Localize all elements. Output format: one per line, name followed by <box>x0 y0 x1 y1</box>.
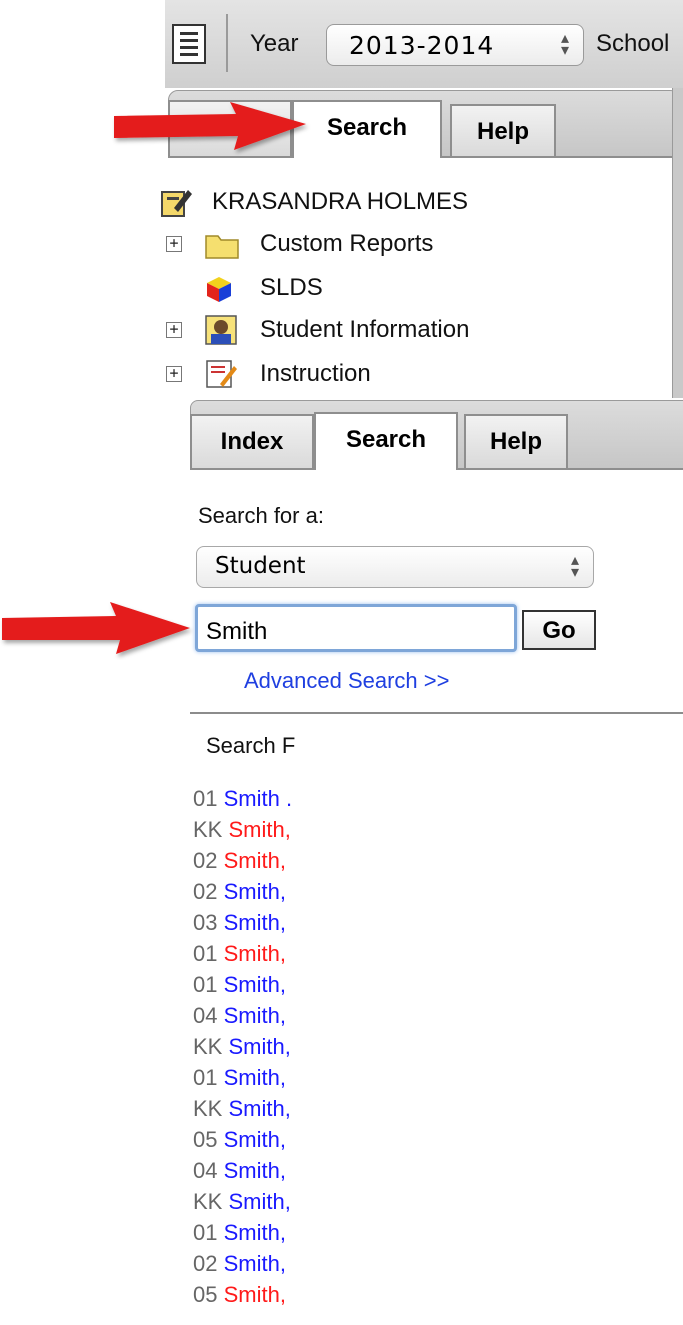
scrollbar[interactable] <box>672 88 683 398</box>
tab-underline <box>442 156 678 158</box>
tab-underline <box>458 468 683 470</box>
search-result-row[interactable]: 05 Smith, <box>193 1126 286 1153</box>
result-name-link[interactable]: Smith, <box>224 879 286 904</box>
result-grade: 01 <box>193 1220 218 1245</box>
expand-icon[interactable]: + <box>166 322 182 338</box>
search-result-row[interactable]: 04 Smith, <box>193 1157 286 1184</box>
search-input[interactable] <box>195 604 517 652</box>
result-name-link[interactable]: Smith, <box>224 848 286 873</box>
student-icon <box>205 315 237 345</box>
advanced-search-link[interactable]: Advanced Search >> <box>244 668 449 694</box>
folder-icon <box>205 235 239 259</box>
tab-search[interactable]: Search <box>314 412 458 470</box>
result-name-link[interactable]: Smith, <box>224 910 286 935</box>
tab-search[interactable]: Search <box>292 100 442 158</box>
result-grade: KK <box>193 1096 223 1121</box>
result-grade: KK <box>193 1189 223 1214</box>
search-result-row[interactable]: 02 Smith, <box>193 1250 286 1277</box>
result-grade: 01 <box>193 941 218 966</box>
search-result-row[interactable]: 01 Smith, <box>193 940 286 967</box>
cube-icon <box>207 277 231 302</box>
result-name-link[interactable]: Smith, <box>224 1220 286 1245</box>
search-type-select[interactable]: Student ▴ ▾ <box>196 546 594 588</box>
result-name-link[interactable]: Smith, <box>224 1003 286 1028</box>
result-grade: 01 <box>193 972 218 997</box>
search-for-label: Search for a: <box>198 503 324 528</box>
search-result-row[interactable]: KK Smith, <box>193 1095 291 1122</box>
search-result-row[interactable]: 03 Smith, <box>193 909 286 936</box>
search-result-row[interactable]: 02 Smith, <box>193 847 286 874</box>
result-name-link[interactable]: Smith, <box>224 1065 286 1090</box>
search-result-row[interactable]: 01 Smith, <box>193 1064 286 1091</box>
result-grade: 04 <box>193 1003 218 1028</box>
result-grade: 02 <box>193 1251 218 1276</box>
search-result-row[interactable]: 01 Smith . <box>193 785 292 812</box>
result-name-link[interactable]: Smith, <box>224 941 286 966</box>
result-name-link[interactable]: Smith . <box>224 786 292 811</box>
result-name-link[interactable]: Smith, <box>224 972 286 997</box>
search-result-row[interactable]: 01 Smith, <box>193 971 286 998</box>
year-select[interactable]: 2013-2014 ▴ ▾ <box>326 24 584 66</box>
result-grade: 02 <box>193 848 218 873</box>
result-name-link[interactable]: Smith, <box>228 1034 290 1059</box>
go-button[interactable]: Go <box>522 610 596 650</box>
result-name-link[interactable]: Smith, <box>228 1189 290 1214</box>
tab-help[interactable]: Help <box>450 104 556 158</box>
tab-help[interactable]: Help <box>464 414 568 468</box>
report-icon[interactable] <box>172 24 206 64</box>
result-grade: 04 <box>193 1158 218 1183</box>
result-grade: KK <box>193 1034 223 1059</box>
toolbar-divider <box>226 14 228 72</box>
result-name-link[interactable]: Smith, <box>228 817 290 842</box>
expand-icon[interactable]: + <box>166 236 182 252</box>
chevron-up-down-icon: ▴ ▾ <box>560 30 569 59</box>
result-grade: 03 <box>193 910 218 935</box>
search-result-row[interactable]: KK Smith, <box>193 1033 291 1060</box>
year-select-value: 2013-2014 <box>349 31 495 60</box>
search-type-value: Student <box>215 553 306 579</box>
result-grade: 01 <box>193 1065 218 1090</box>
result-grade: 01 <box>193 786 218 811</box>
arrow-icon <box>114 102 306 150</box>
search-result-row[interactable]: KK Smith, <box>193 1188 291 1215</box>
expand-icon[interactable]: + <box>166 366 182 382</box>
result-grade: 05 <box>193 1282 218 1307</box>
search-result-row[interactable]: KK Smith, <box>193 816 291 843</box>
year-label: Year <box>250 30 299 57</box>
school-label: School <box>596 30 670 57</box>
arrow-icon <box>2 602 190 654</box>
result-grade: 05 <box>193 1127 218 1152</box>
tab-underline <box>168 156 292 158</box>
search-result-row[interactable]: 04 Smith, <box>193 1002 286 1029</box>
tab-underline <box>190 468 314 470</box>
result-grade: KK <box>193 817 223 842</box>
result-name-link[interactable]: Smith, <box>224 1158 286 1183</box>
search-result-row[interactable]: 02 Smith, <box>193 878 286 905</box>
result-grade: 02 <box>193 879 218 904</box>
tab-index[interactable]: Index <box>190 414 314 470</box>
result-name-link[interactable]: Smith, <box>224 1127 286 1152</box>
result-name-link[interactable]: Smith, <box>224 1282 286 1307</box>
instruction-icon <box>206 360 237 388</box>
search-result-row[interactable]: 01 Smith, <box>193 1219 286 1246</box>
results-divider <box>190 712 683 714</box>
notebook-icon <box>161 190 192 217</box>
result-name-link[interactable]: Smith, <box>224 1251 286 1276</box>
result-name-link[interactable]: Smith, <box>228 1096 290 1121</box>
search-results-heading: Search F <box>206 733 296 758</box>
search-result-row[interactable]: 05 Smith, <box>193 1281 286 1308</box>
chevron-up-down-icon: ▴ ▾ <box>570 552 579 581</box>
